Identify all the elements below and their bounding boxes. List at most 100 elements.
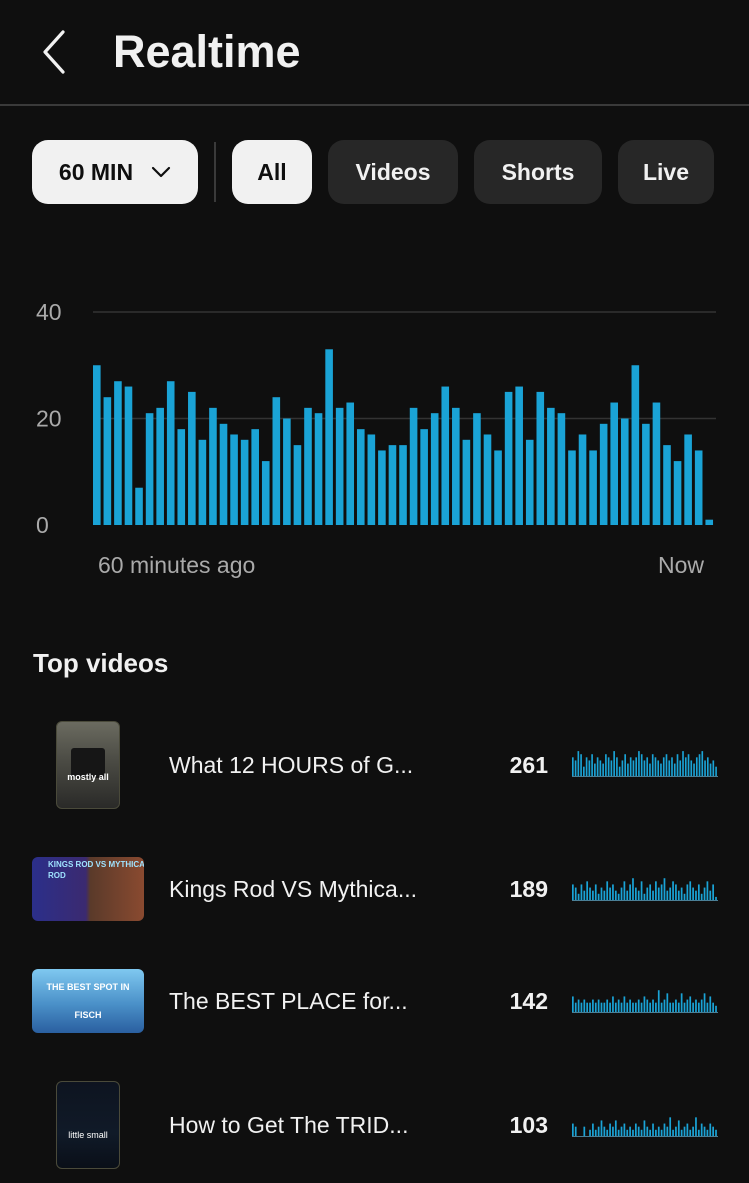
chart-bar[interactable] (568, 450, 576, 525)
chart-bar[interactable] (156, 407, 164, 525)
chart-bar[interactable] (462, 439, 471, 525)
chart-bar[interactable] (631, 365, 640, 525)
chart-bar[interactable] (261, 461, 270, 525)
sparkline-bar (589, 887, 591, 900)
chart-bar[interactable] (240, 439, 249, 525)
thumbnail-caption: KINGS ROD VS MYTHICAL ROD (48, 860, 144, 880)
chart-bar[interactable] (494, 450, 502, 525)
sparkline-bar (680, 1129, 683, 1136)
chip-shorts[interactable]: Shorts (474, 140, 602, 204)
chart-bar[interactable] (209, 407, 217, 525)
chart-bar[interactable] (652, 402, 661, 525)
chart-bar[interactable] (409, 407, 418, 525)
sparkline-bar (637, 1126, 640, 1136)
sparkline-bar (695, 999, 697, 1012)
video-row[interactable]: mostly all What 12 HOURS of G... 261 (0, 718, 749, 814)
chart-bar[interactable] (346, 402, 355, 525)
video-row[interactable]: THE BEST SPOT IN FISCH The BEST PLACE fo… (0, 954, 749, 1050)
chart-bar[interactable] (219, 423, 228, 525)
chart-bar[interactable] (93, 365, 101, 525)
chip-all[interactable]: All (232, 140, 312, 204)
chart-bar[interactable] (356, 429, 365, 525)
sparkline-bar (712, 760, 715, 776)
sparkline-bar (663, 1123, 666, 1136)
chip-videos[interactable]: Videos (328, 140, 458, 204)
sparkline-bar (632, 760, 635, 776)
sparkline-bar (643, 996, 646, 1012)
sparkline-bar (592, 999, 594, 1012)
chart-bar[interactable] (578, 434, 587, 525)
chart-bar[interactable] (525, 439, 534, 525)
chart-bar[interactable] (124, 386, 133, 525)
chart-bar[interactable] (399, 445, 407, 526)
chart-bar[interactable] (335, 407, 344, 525)
sparkline-bar (637, 999, 640, 1012)
video-row[interactable]: little small How to Get The TRID... 103 (0, 1078, 749, 1174)
sparkline-bar (652, 999, 654, 1012)
sparkline-bar (703, 993, 706, 1012)
sparkline-bar (709, 890, 712, 900)
chart-bar[interactable] (166, 381, 175, 525)
time-range-dropdown[interactable]: 60 MIN (32, 140, 198, 204)
chart-bar[interactable] (673, 461, 682, 525)
chart-bar[interactable] (388, 445, 397, 526)
chart-bar[interactable] (293, 445, 302, 526)
chart-bar[interactable] (694, 450, 703, 525)
sparkline-bar (697, 1002, 700, 1012)
video-row[interactable]: KINGS ROD VS MYTHICAL ROD Kings Rod VS M… (0, 842, 749, 938)
chart-bar[interactable] (536, 391, 545, 526)
sparkline-bar (695, 1117, 697, 1136)
sparkline-bar (623, 1123, 626, 1136)
sparkline-bar (684, 757, 687, 776)
chart-bar[interactable] (135, 487, 143, 525)
chart-bar[interactable] (642, 423, 650, 525)
sparkline-bar (657, 760, 660, 776)
sparkline-bar (586, 881, 589, 900)
chart-bar[interactable] (599, 423, 608, 525)
chart-bar[interactable] (663, 445, 671, 526)
chip-live[interactable]: Live (618, 140, 714, 204)
chart-bar[interactable] (504, 391, 513, 526)
sparkline-bar (700, 893, 703, 900)
sparkline-bar (583, 890, 586, 900)
chart-bar[interactable] (378, 450, 386, 525)
chart-bar[interactable] (304, 407, 312, 525)
chart-bar[interactable] (557, 413, 566, 525)
sparkline-bar (654, 757, 657, 776)
chart-bar[interactable] (684, 434, 692, 525)
chart-bar[interactable] (325, 349, 333, 525)
chart-bar[interactable] (314, 413, 323, 525)
chart-bar[interactable] (452, 407, 460, 525)
chart-bar[interactable] (177, 429, 186, 525)
chart-bar[interactable] (420, 429, 428, 525)
sparkline-bar (649, 1002, 652, 1012)
chart-bar[interactable] (547, 407, 555, 525)
chart-bar[interactable] (283, 418, 291, 526)
sparkline-bar (609, 887, 611, 900)
x-axis-start-label: 60 minutes ago (98, 552, 256, 578)
chart-bar[interactable] (145, 413, 154, 525)
back-button[interactable] (38, 28, 72, 76)
chart-bar[interactable] (483, 434, 492, 525)
y-tick-label: 40 (36, 299, 62, 325)
chart-bar[interactable] (272, 397, 281, 525)
chart-bar[interactable] (367, 434, 376, 525)
chart-bar[interactable] (251, 429, 259, 525)
chart-bar[interactable] (515, 386, 523, 525)
chart-bar[interactable] (230, 434, 238, 525)
chart-bar[interactable] (441, 386, 450, 525)
chart-bar[interactable] (198, 439, 207, 525)
chart-bar[interactable] (620, 418, 629, 526)
sparkline-bar (715, 896, 717, 900)
chart-bar[interactable] (114, 381, 122, 525)
chart-bar[interactable] (188, 391, 196, 526)
chart-bar[interactable] (473, 413, 481, 525)
chart-bar[interactable] (610, 402, 619, 525)
chart-bar[interactable] (589, 450, 597, 525)
sparkline-bar (594, 1129, 597, 1136)
chart-bar[interactable] (103, 397, 112, 525)
sparkline-bar (623, 996, 626, 1012)
chart-bar[interactable] (705, 519, 714, 525)
sparkline-bar (632, 1002, 634, 1012)
chart-bar[interactable] (430, 413, 439, 525)
